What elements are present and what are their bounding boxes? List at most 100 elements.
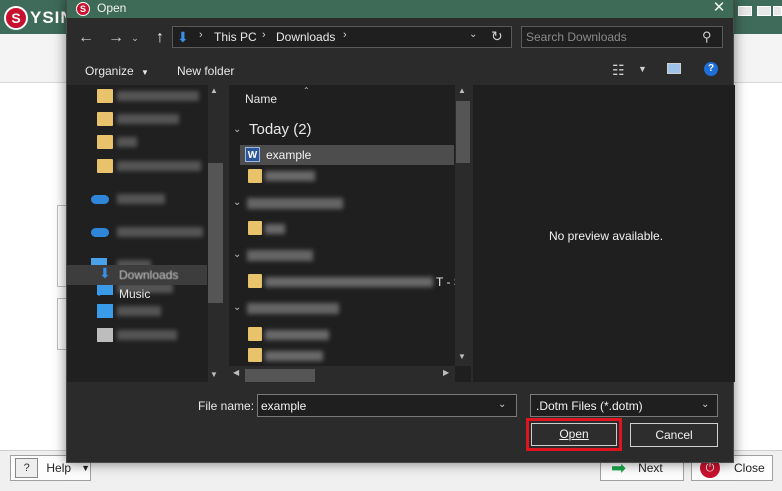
search-input[interactable] [526,29,696,45]
group-header-today[interactable]: Today (2) [249,121,312,138]
dialog-help-icon[interactable]: ? [704,62,718,76]
folder-icon [97,89,113,103]
folder-icon [97,135,113,149]
help-button-label: Help [46,461,72,475]
chevron-down-icon: ▼ [141,68,149,77]
folder-icon [248,221,262,235]
nav-item[interactable] [67,223,207,243]
change-view-icon[interactable]: ☷ [612,62,625,79]
scroll-up-icon[interactable]: ▲ [458,86,466,95]
scroll-right-icon[interactable]: ▶ [443,368,449,377]
folder-icon [97,159,113,173]
blurred-file-name[interactable] [265,171,315,181]
scroll-up-icon[interactable]: ▲ [210,86,218,95]
breadcrumb-separator-icon[interactable]: › [343,29,347,41]
breadcrumb-downloads[interactable]: Downloads [276,30,335,44]
open-file-dialog: S Open ✕ ← → ⌄ ↑ ⬇ › This PC › Downloads… [66,0,735,463]
nav-item[interactable] [67,110,207,130]
folder-icon [248,327,262,341]
folder-icon [248,274,262,288]
blurred-label [117,161,201,171]
help-icon: ? [15,458,39,478]
preview-pane-toggle-icon[interactable] [667,63,681,74]
search-box[interactable]: ⚲ [521,26,723,48]
view-options-chevron-icon[interactable]: ▼ [638,64,647,74]
nav-item[interactable] [67,190,207,210]
breadcrumb-separator-icon[interactable]: › [199,29,203,41]
logo-mark-icon: S [4,6,28,30]
navigation-pane [67,85,224,382]
blurred-file-name[interactable] [265,330,329,340]
onedrive-icon [91,195,109,204]
chevron-down-icon[interactable]: ⌄ [498,399,506,410]
breadcrumb-separator-icon[interactable]: › [262,29,266,41]
dialog-close-button[interactable]: ✕ [707,0,731,18]
next-button-label: Next [638,461,663,475]
file-type-select[interactable]: .Dotm Files (*.dotm) ⌄ [530,394,718,417]
blurred-group-header[interactable] [247,250,313,261]
forward-arrow-icon[interactable]: → [106,28,126,48]
file-list-scroll-thumb[interactable] [456,101,470,163]
preview-message: No preview available. [549,229,664,243]
scroll-left-icon[interactable]: ◀ [233,368,239,377]
up-arrow-icon[interactable]: ↑ [150,28,170,48]
documents-icon [97,328,113,342]
folder-icon [248,348,262,362]
folder-icon [97,112,113,126]
music-icon: ♪ [97,284,104,299]
collapse-chevron-icon[interactable]: ⌄ [233,249,241,260]
file-name-example[interactable]: example [266,148,311,162]
blurred-file-name[interactable] [265,351,323,361]
chevron-down-icon[interactable]: ⌄ [701,399,709,410]
scroll-down-icon[interactable]: ▼ [210,370,218,379]
blurred-label [117,330,177,340]
file-name-input[interactable] [261,398,491,414]
blurred-file-name[interactable] [265,277,433,287]
back-arrow-icon[interactable]: ← [76,28,96,48]
scroll-down-icon[interactable]: ▼ [458,352,466,361]
close-app-button-label: Close [734,461,765,475]
blurred-label [117,91,199,101]
nav-item[interactable] [67,157,207,177]
bg-maximize-icon[interactable] [757,6,771,16]
nav-pane-scroll-thumb[interactable] [208,163,223,303]
bg-restore-icon[interactable] [738,6,752,16]
search-icon[interactable]: ⚲ [702,29,712,45]
collapse-chevron-icon[interactable]: ⌄ [233,124,241,135]
recent-locations-chevron-icon[interactable]: ⌄ [125,28,145,48]
address-dropdown-icon[interactable]: ⌄ [469,29,477,40]
blurred-file-name[interactable] [265,224,285,234]
collapse-chevron-icon[interactable]: ⌄ [233,197,241,208]
nav-item[interactable] [67,326,207,346]
new-folder-button[interactable]: New folder [177,64,234,78]
open-button[interactable]: Open [531,423,617,446]
nav-item[interactable] [67,133,207,153]
nav-item[interactable] [67,302,207,322]
word-document-icon: W [245,147,260,162]
nav-item-downloads-label: Downloads [119,268,179,282]
collapse-chevron-icon[interactable]: ⌄ [233,302,241,313]
bg-close-icon[interactable] [773,6,782,16]
cancel-button[interactable]: Cancel [630,423,718,447]
downloads-icon: ⬇ [99,265,111,281]
app-icon: S [76,2,90,16]
blurred-label [117,194,165,204]
refresh-icon[interactable]: ↻ [491,28,503,45]
dialog-title: Open [97,1,127,15]
dialog-titlebar [67,0,733,18]
horizontal-scroll-thumb[interactable] [245,369,315,382]
nav-item-music[interactable]: Music [119,287,150,301]
open-button-label: Open [559,427,589,441]
blurred-group-header[interactable] [247,303,339,314]
blurred-label [117,227,203,237]
organize-label: Organize [85,64,134,78]
address-bar[interactable]: ⬇ › This PC › Downloads › ⌄ ↻ [172,26,512,48]
nav-item[interactable] [67,87,207,107]
blurred-group-header[interactable] [247,198,343,209]
sort-up-icon: ⌃ [303,86,310,95]
organize-menu-button[interactable]: Organize ▼ [85,64,149,78]
breadcrumb-this-pc[interactable]: This PC [214,30,257,44]
name-column-header[interactable]: Name [245,92,277,106]
file-name-combobox[interactable]: ⌄ [257,394,517,417]
chevron-down-icon: ▼ [81,463,90,473]
